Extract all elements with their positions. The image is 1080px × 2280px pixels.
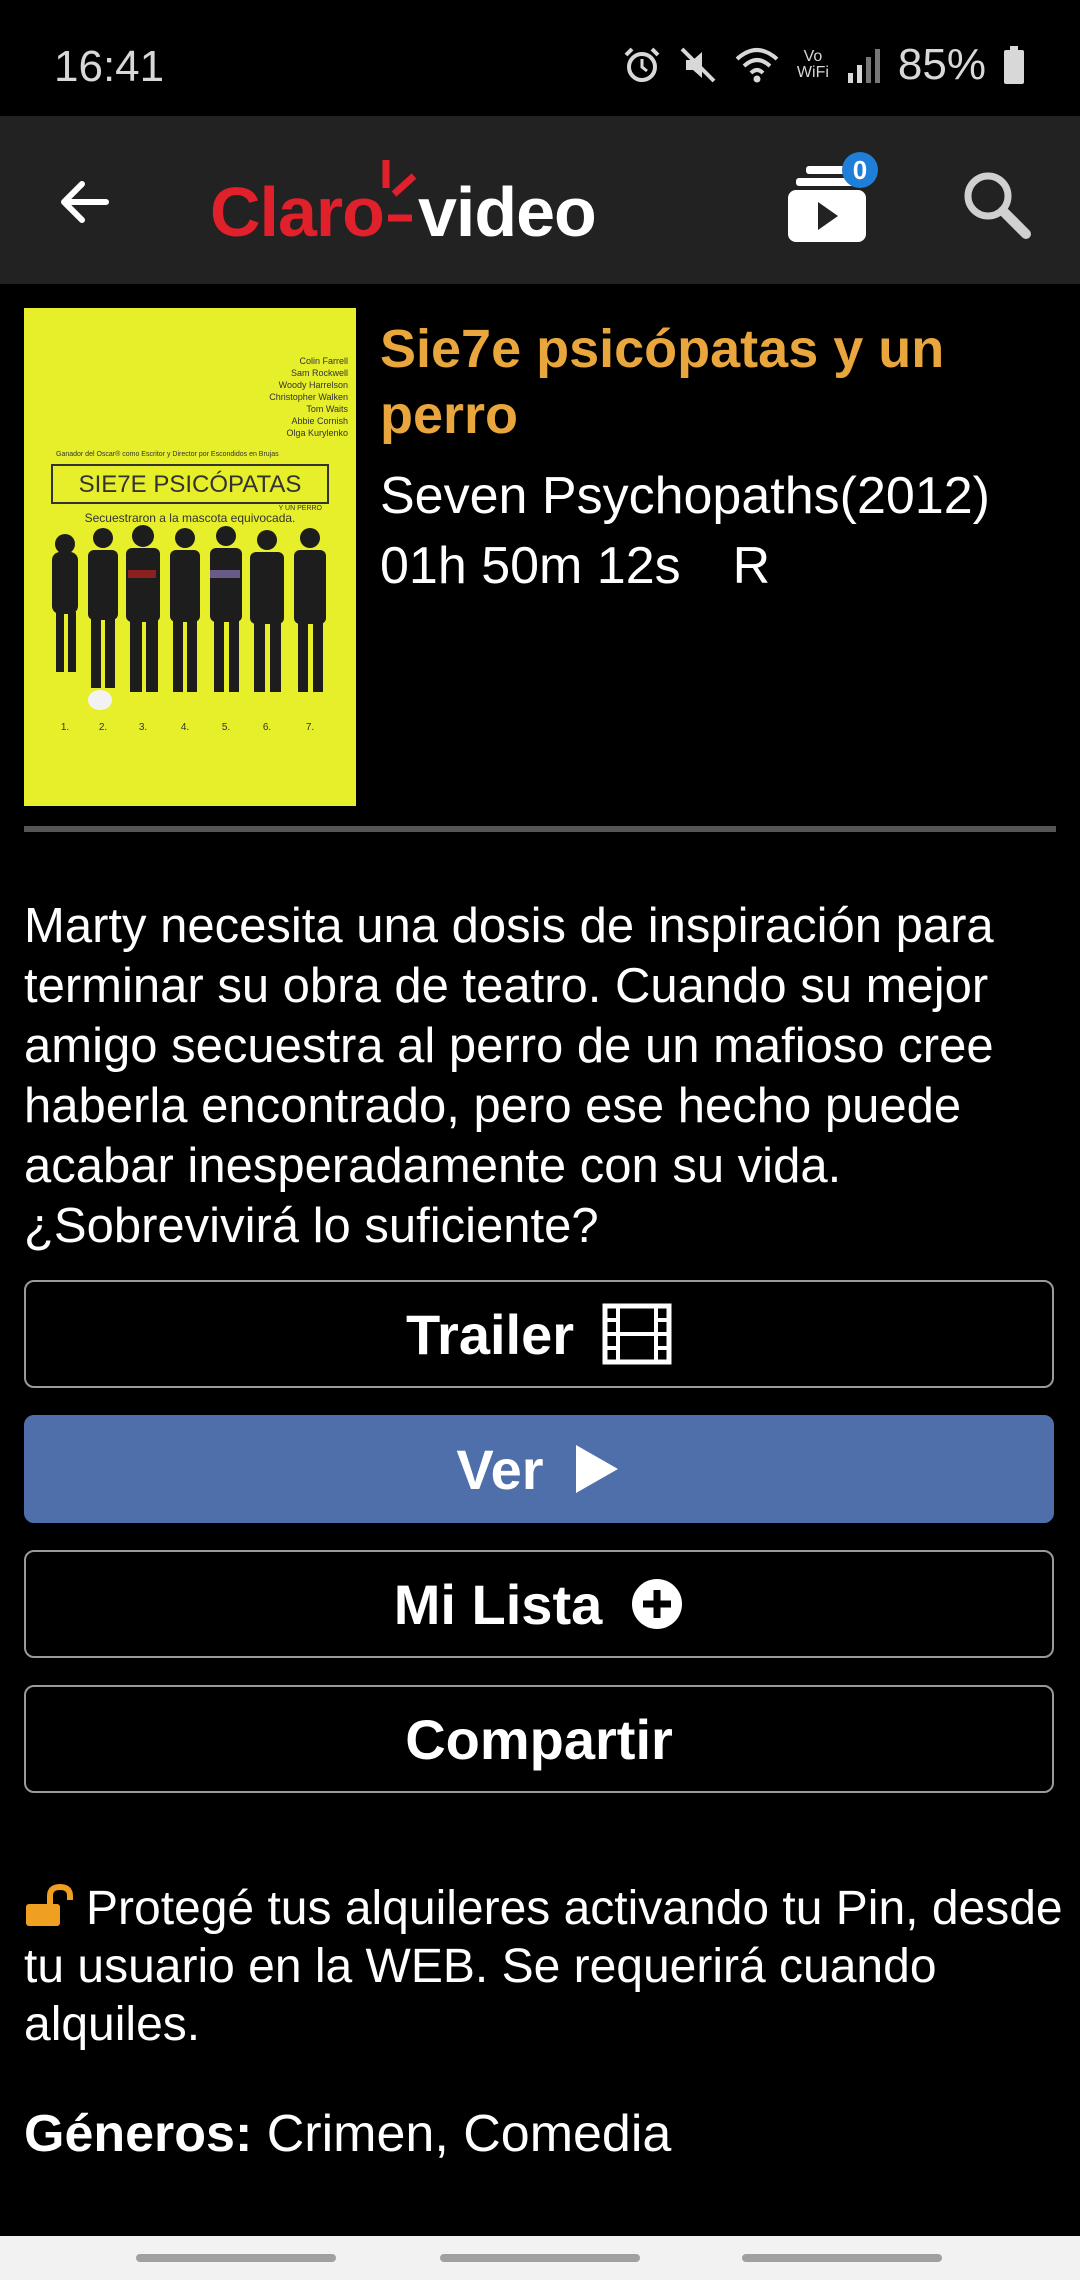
app-header: Claro video 0 [0, 116, 1080, 284]
trailer-button-label: Trailer [405, 1302, 575, 1366]
vowifi-icon: Vo WiFi [796, 48, 829, 81]
poster-cast-2: Sam Rockwell [291, 368, 348, 378]
poster-tagline: Secuestraron a la mascota equivocada. [85, 511, 296, 525]
genres: Géneros: Crimen, Comedia [24, 2104, 671, 2164]
divider [24, 826, 1056, 832]
film-icon [602, 1303, 672, 1365]
unlocked-padlock-icon [26, 1884, 73, 1926]
watch-button-label: Ver [456, 1437, 544, 1501]
mute-icon [680, 47, 716, 83]
signal-icon [847, 49, 880, 83]
genres-value: Crimen, Comedia [266, 2105, 672, 2163]
rentals-count-badge: 0 [842, 152, 878, 188]
poster-cast-4: Christopher Walken [269, 392, 348, 402]
poster-number-1: 1. [61, 722, 69, 733]
poster-number-6: 6. [263, 722, 271, 733]
poster-number-4: 4. [181, 722, 189, 733]
nav-home-button[interactable] [440, 2254, 640, 2262]
plus-circle-icon [632, 1579, 683, 1629]
poster-number-3: 3. [139, 722, 147, 733]
poster-cast-7: Olga Kurylenko [286, 428, 348, 438]
movie-duration: 01h 50m 12s [380, 537, 681, 595]
poster-number-2: 2. [99, 722, 107, 733]
poster-title: SIE7E PSICÓPATAS [79, 471, 302, 498]
back-button[interactable] [48, 166, 120, 238]
movie-rating: R [732, 537, 771, 595]
play-icon [575, 1445, 618, 1493]
system-nav-bar [0, 2236, 1080, 2280]
movie-original-title: Seven Psychopaths(2012) [380, 467, 990, 525]
nav-recents-button[interactable] [136, 2254, 336, 2262]
movie-synopsis: Marty necesita una dosis de inspiración … [24, 899, 994, 1253]
poster-award-line: Ganador del Oscar® como Escritor y Direc… [56, 450, 279, 458]
poster-cast-3: Woody Harrelson [279, 380, 348, 390]
status-bar: 16:41 Vo WiFi 85% [0, 0, 1080, 116]
logo-claro-text: Claro [210, 173, 385, 251]
trailer-button[interactable]: Trailer [24, 1280, 1054, 1388]
pin-notice: Protegé tus alquileres activando tu Pin,… [24, 1880, 1064, 2054]
nav-back-button[interactable] [742, 2254, 942, 2262]
pin-notice-text: Protegé tus alquileres activando tu Pin,… [24, 1882, 1063, 2051]
my-list-button-label: Mi Lista [393, 1572, 603, 1636]
poster-cast-1: Colin Farrell [299, 356, 348, 366]
alarm-icon [624, 47, 660, 82]
share-button-label: Compartir [405, 1707, 673, 1771]
status-icons: Vo WiFi 85% [622, 40, 1026, 90]
claro-video-logo[interactable]: Claro video [210, 156, 597, 252]
wifi-icon [735, 48, 779, 83]
logo-mark-icon [382, 160, 417, 222]
search-icon [964, 172, 1031, 239]
movie-meta: 01h 50m 12s R [380, 536, 770, 596]
poster-cast-6: Abbie Cornish [291, 416, 348, 426]
back-arrow-icon [61, 181, 109, 223]
rentals-button[interactable]: 0 [780, 152, 880, 248]
movie-poster: Colin Farrell Sam Rockwell Woody Harrels… [24, 308, 356, 806]
poster-art: Colin Farrell Sam Rockwell Woody Harrels… [24, 308, 356, 806]
status-time: 16:41 [54, 42, 165, 91]
search-button[interactable] [958, 166, 1034, 242]
logo-video-text: video [417, 173, 597, 251]
poster-cast-5: Tom Waits [306, 404, 348, 414]
battery-icon [1004, 46, 1024, 84]
movie-title: Sie7e psicópatas y un perro [380, 319, 945, 445]
battery-percentage: 85% [897, 40, 986, 89]
genres-label: Géneros: [24, 2105, 253, 2163]
watch-button[interactable]: Ver [24, 1415, 1054, 1523]
poster-number-7: 7. [306, 722, 314, 733]
share-button[interactable]: Compartir [24, 1685, 1054, 1793]
my-list-button[interactable]: Mi Lista [24, 1550, 1054, 1658]
poster-number-5: 5. [222, 722, 230, 733]
